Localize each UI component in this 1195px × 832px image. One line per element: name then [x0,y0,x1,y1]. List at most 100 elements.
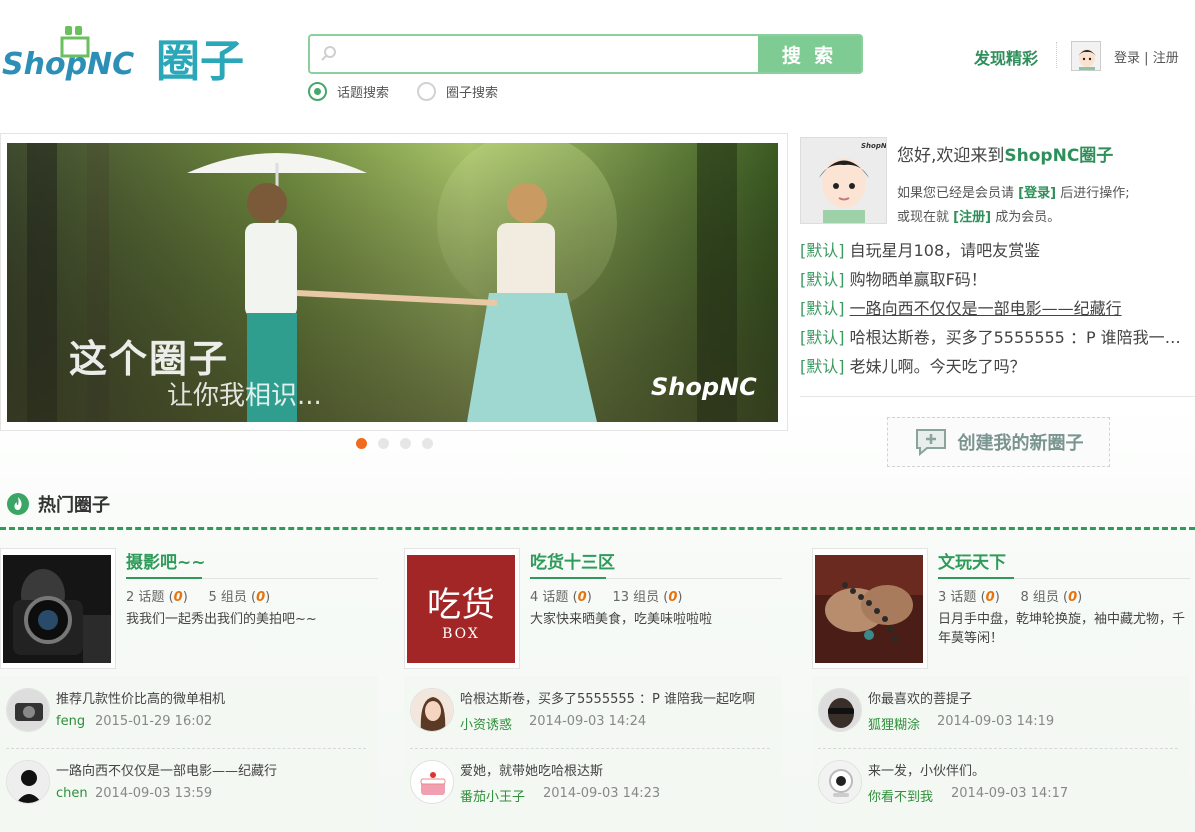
search-button[interactable]: 搜 索 [758,36,861,72]
welcome-avatar: ShopNC [800,137,887,224]
circle-card: 摄影吧~~ 2 话题 (0) 5 组员 (0) 我我们一起秀出我们的美拍吧~~ … [0,548,378,832]
circle-name-underline [530,577,606,579]
circle-name-underline [938,577,1014,579]
post-title[interactable]: 爱她，就带她吃哈根达斯 [460,760,770,779]
post-item[interactable]: 你最喜欢的菩提子 狐狸糊涂 2014-09-03 14:19 [818,680,1178,740]
add-chat-icon [915,429,946,457]
post-author[interactable]: 番茄小王子 [460,786,525,805]
logo-brand-text: ShopNC [2,47,134,82]
circle-card: 文玩天下 3 话题 (0) 8 组员 (0) 日月手中盘，乾坤轮换旋，袖中藏尤物… [812,548,1190,832]
auth-links: 登录 | 注册 [1114,47,1179,66]
topics-count: 4 [530,590,539,605]
post-avatar[interactable] [818,688,862,732]
post-avatar[interactable] [410,688,454,732]
chihuo-box-sub: BOX [442,625,480,642]
topics-label: 话题 [542,590,569,605]
post-item[interactable]: 哈根达斯卷，买多了5555555 ：P 谁陪我一起吃啊 小资诱惑 2014-09… [410,680,770,740]
circle-image[interactable] [0,548,116,669]
login-link[interactable]: 登录 [1114,51,1140,66]
post-time: 2015-01-29 16:02 [95,714,213,729]
welcome-line2-prefix: 或现在就 [897,210,950,225]
carousel-dot[interactable] [422,438,433,449]
circle-name[interactable]: 吃货十三区 [530,548,615,573]
topic-item[interactable]: [默认] 老妹儿啊。今天吃了吗？ [800,352,1195,381]
post-time: 2014-09-03 14:24 [529,714,647,729]
topic-item[interactable]: [默认] 自玩星月108，请吧友赏鉴 [800,236,1195,265]
carousel-dots [356,438,433,449]
post-item[interactable]: 爱她，就带她吃哈根达斯 番茄小王子 2014-09-03 14:23 [410,752,770,812]
welcome-register-line: 或现在就 [注册] 成为会员。 [897,206,1060,225]
post-avatar[interactable] [6,688,50,732]
banner-carousel: 这个圈子 让你我相识... ShopNC [0,133,788,431]
carousel-dot[interactable] [356,438,367,449]
banner-subtitle: 让你我相识... [167,381,322,411]
welcome-register-link[interactable]: [注册] [953,210,991,225]
welcome-title: 您好,欢迎来到ShopNC圈子 [897,141,1113,166]
topic-text: 自玩星月108，请吧友赏鉴 [849,241,1041,260]
auth-separator: | [1144,51,1149,66]
search-input[interactable] [312,38,758,70]
topic-item[interactable]: [默认] 一路向西不仅仅是一部电影——纪藏行 [800,294,1195,323]
topic-item[interactable]: [默认] 哈根达斯卷，买多了5555555 ：P 谁陪我一起吃啊 [800,323,1195,352]
divider [800,396,1195,397]
post-author[interactable]: 你看不到我 [868,786,933,805]
hot-circles-divider [0,527,1195,530]
post-author[interactable]: chen [56,786,88,801]
webcam-avatar-icon [819,761,861,803]
circle-image[interactable]: 吃货 BOX [404,548,520,669]
banner-slide[interactable]: 这个圈子 让你我相识... ShopNC [7,143,778,422]
post-title[interactable]: 哈根达斯卷，买多了5555555 ：P 谁陪我一起吃啊 [460,688,770,707]
create-circle-button[interactable]: 创建我的新圈子 [887,417,1110,467]
members-new-icon: 0 [668,590,678,605]
circle-description: 大家快来晒美食，吃美味啦啦啦 [530,612,713,627]
post-author[interactable]: 小资诱惑 [460,714,512,733]
post-author[interactable]: 狐狸糊涂 [868,714,920,733]
members-label: 组员 [633,590,660,605]
circle-name[interactable]: 文玩天下 [938,548,1006,573]
topics-count: 2 [126,590,135,605]
search-mode-circle-label: 圈子搜索 [446,86,499,101]
welcome-login-line: 如果您已经是会员请 [登录] 后进行操作; [897,182,1130,201]
topic-item[interactable]: [默认] 购物晒单赢取F码！ [800,265,1195,294]
topics-count: 3 [938,590,947,605]
topic-text: 哈根达斯卷，买多了5555555 ：P 谁陪我一起吃啊 [849,328,1195,347]
carousel-dot[interactable] [400,438,411,449]
topic-tag: [默认] [800,241,845,260]
circle-image[interactable] [812,548,928,669]
post-author[interactable]: feng [56,714,85,729]
search-mode-topic[interactable]: 话题搜索 [308,82,389,101]
post-item[interactable]: 一路向西不仅仅是一部电影——纪藏行 chen 2014-09-03 13:59 [6,752,366,812]
register-link[interactable]: 注册 [1153,51,1179,66]
post-divider [6,748,366,749]
search-mode-group: 话题搜索 圈子搜索 [308,82,498,101]
topic-tag: [默认] [800,328,845,347]
post-item[interactable]: 推荐几款性价比高的微单相机 feng 2015-01-29 16:02 [6,680,366,740]
circle-name[interactable]: 摄影吧~~ [126,548,206,573]
discover-link[interactable]: 发现精彩 [974,45,1038,69]
post-avatar[interactable] [6,760,50,804]
shopnc-circle-logo[interactable]: ShopNC 圈子 [2,24,264,86]
avatar-cartoon-icon [1072,42,1100,70]
carousel-dot[interactable] [378,438,389,449]
welcome-line1-prefix: 如果您已经是会员请 [897,186,1015,201]
post-title[interactable]: 一路向西不仅仅是一部电影——纪藏行 [56,760,366,779]
radio-selected-icon[interactable] [308,82,327,101]
post-time: 2014-09-03 14:19 [937,714,1055,729]
search-mode-circle[interactable]: 圈子搜索 [417,82,498,101]
latest-topics-list: [默认] 自玩星月108，请吧友赏鉴 [默认] 购物晒单赢取F码！ [默认] 一… [800,236,1195,381]
post-title[interactable]: 来一发，小伙伴们。 [868,760,1178,779]
post-avatar[interactable] [818,760,862,804]
welcome-line2-suffix: 成为会员。 [995,210,1061,225]
post-item[interactable]: 来一发，小伙伴们。 你看不到我 2014-09-03 14:17 [818,752,1178,812]
members-count: 5 [208,590,217,605]
post-title[interactable]: 推荐几款性价比高的微单相机 [56,688,366,707]
post-divider [410,748,770,749]
welcome-login-link[interactable]: [登录] [1018,186,1056,201]
post-avatar[interactable] [410,760,454,804]
post-title[interactable]: 你最喜欢的菩提子 [868,688,1178,707]
topics-new-icon: 0 [985,590,995,605]
user-avatar[interactable] [1071,41,1101,71]
radio-unselected-icon[interactable] [417,82,437,101]
chihuo-box-logo: 吃货 [427,584,495,625]
avatar-badge: ShopNC [861,142,887,150]
